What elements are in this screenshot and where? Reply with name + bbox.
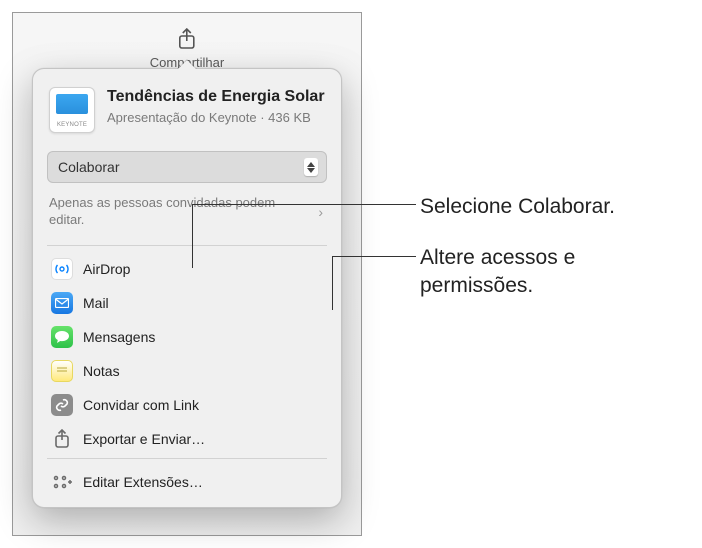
- permissions-text: Apenas as pessoas convidadas podem edita…: [49, 195, 308, 229]
- document-title: Tendências de Energia Solar: [107, 87, 325, 106]
- edit-extensions[interactable]: Editar Extensões…: [47, 465, 327, 499]
- share-item-label: Mail: [83, 295, 109, 311]
- airdrop-icon: [51, 258, 73, 280]
- share-item-invite-link[interactable]: Convidar com Link: [47, 388, 327, 422]
- notes-icon: [51, 360, 73, 382]
- messages-icon: [51, 326, 73, 348]
- share-item-label: Notas: [83, 363, 120, 379]
- link-icon: [51, 394, 73, 416]
- document-subtitle: Apresentação do Keynote · 436 KB: [107, 110, 325, 127]
- chevron-right-icon: ›: [318, 204, 325, 220]
- share-item-mail[interactable]: Mail: [47, 286, 327, 320]
- share-item-notes[interactable]: Notas: [47, 354, 327, 388]
- callout-leader: [332, 256, 416, 257]
- document-thumb-label: KEYNOTE: [50, 122, 94, 128]
- share-item-export-send[interactable]: Exportar e Enviar…: [47, 422, 327, 456]
- edit-extensions-label: Editar Extensões…: [83, 474, 203, 490]
- callout-text: Altere acessos e permissões.: [420, 244, 680, 301]
- share-item-label: Convidar com Link: [83, 397, 199, 413]
- divider: [47, 458, 327, 459]
- document-thumbnail: KEYNOTE: [49, 87, 95, 133]
- share-item-label: Exportar e Enviar…: [83, 431, 205, 447]
- share-item-messages[interactable]: Mensagens: [47, 320, 327, 354]
- share-item-label: Mensagens: [83, 329, 155, 345]
- divider: [47, 245, 327, 246]
- share-mode-select[interactable]: Colaborar: [47, 151, 327, 183]
- updown-caret-icon: [304, 158, 318, 176]
- mail-icon: [51, 292, 73, 314]
- share-icon: [175, 27, 199, 51]
- callout-leader: [192, 204, 416, 205]
- callout-leader: [332, 256, 333, 310]
- document-header: KEYNOTE Tendências de Energia Solar Apre…: [47, 83, 327, 147]
- export-icon: [51, 428, 73, 450]
- callout-leader: [192, 204, 193, 268]
- share-item-airdrop[interactable]: AirDrop: [47, 252, 327, 286]
- share-item-label: AirDrop: [83, 261, 130, 277]
- popover-arrow: [177, 60, 197, 70]
- share-popover: KEYNOTE Tendências de Energia Solar Apre…: [32, 68, 342, 508]
- extensions-icon: [51, 471, 73, 493]
- callout-text: Selecione Colaborar.: [420, 193, 615, 221]
- permissions-row[interactable]: Apenas as pessoas convidadas podem edita…: [47, 189, 327, 243]
- share-mode-value: Colaborar: [58, 159, 119, 175]
